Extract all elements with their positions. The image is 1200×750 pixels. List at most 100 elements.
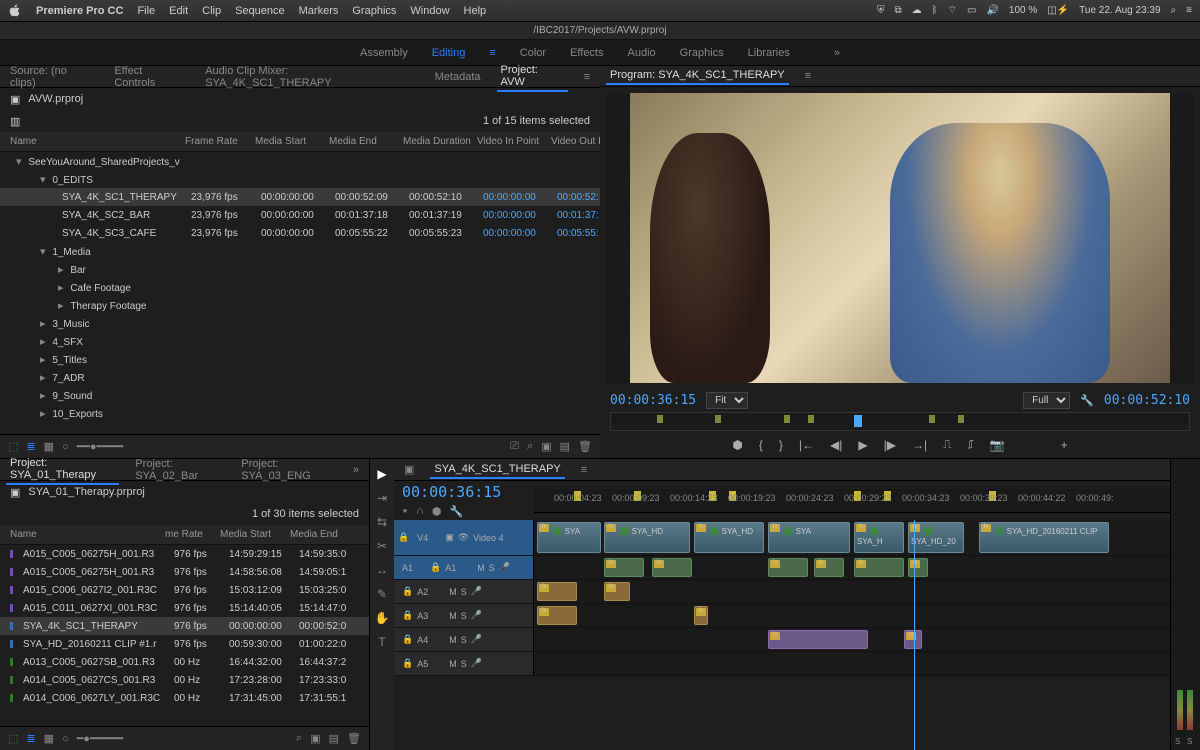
goto-out-icon[interactable]: →| (912, 438, 927, 452)
ws-libraries[interactable]: Libraries (748, 47, 790, 59)
new-bin-icon[interactable]: ▣ (310, 732, 320, 745)
menu-graphics[interactable]: Graphics (352, 5, 396, 17)
linked-sel-icon[interactable]: ∩ (416, 505, 424, 518)
project-row[interactable]: ▸ Cafe Footage (0, 278, 600, 296)
export-frame-icon[interactable]: 📷 (990, 438, 1005, 452)
program-playhead[interactable] (854, 415, 862, 427)
tab-audio-mixer[interactable]: Audio Clip Mixer: SYA_4K_SC1_THERAPY (201, 63, 418, 91)
project-row[interactable]: SYA_4K_SC3_CAFE23,976 fps00:00:00:0000:0… (0, 224, 600, 242)
delete-icon[interactable]: 🗑 (578, 440, 592, 453)
lock-icon[interactable]: ⬚ (8, 440, 18, 453)
menu-file[interactable]: File (137, 5, 155, 17)
project-row[interactable]: SYA_HD_20160211 CLIP #1.r976 fps00:59:30… (0, 635, 369, 653)
track-v4-label[interactable]: V4 (413, 531, 441, 545)
delete-icon[interactable]: 🗑 (347, 732, 361, 745)
tab-source[interactable]: Source: (no clips) (6, 63, 98, 91)
automate-icon[interactable]: ⎚ (510, 440, 519, 453)
pen-tool-icon[interactable]: ✎ (377, 587, 387, 601)
project-row[interactable]: A015_C011_0627XI_001.R3C976 fps15:14:40:… (0, 599, 369, 617)
ws-assembly[interactable]: Assembly (360, 47, 408, 59)
project-row[interactable]: A014_C006_0627LY_001.R3C00 Hz17:31:45:00… (0, 689, 369, 707)
lift-icon[interactable]: ⎍ (943, 437, 951, 452)
project-row[interactable]: A015_C005_06275H_001.R3976 fps14:59:29:1… (0, 545, 369, 563)
solo-icon[interactable]: S (489, 563, 495, 573)
tab-program[interactable]: Program: SYA_4K_SC1_THERAPY (606, 67, 789, 85)
freeform-view-icon[interactable]: ○ (62, 441, 69, 453)
datetime[interactable]: Tue 22. Aug 23:39 (1079, 5, 1160, 16)
toggle-track-icon[interactable]: ▣ (445, 532, 454, 543)
program-monitor-viewport[interactable] (606, 93, 1194, 383)
button-editor-icon[interactable]: + (1061, 438, 1068, 452)
project-row[interactable]: SYA_4K_SC1_THERAPY976 fps00:00:00:0000:0… (0, 617, 369, 635)
volume-icon[interactable]: 🔊 (986, 5, 998, 16)
video-clip[interactable]: fx▣ SYA_H (854, 522, 904, 553)
menu-markers[interactable]: Markers (299, 5, 339, 17)
col-name[interactable]: Name (10, 136, 185, 147)
timeline-tab[interactable]: SYA_4K_SC1_THERAPY (430, 461, 564, 479)
ripple-edit-tool-icon[interactable]: ⇆ (377, 515, 387, 529)
track-a1-label[interactable]: A1 (445, 563, 473, 573)
audio-clip[interactable]: fx (904, 630, 922, 649)
solo-icon[interactable]: S (461, 611, 467, 621)
video-clip[interactable]: fx▣ SYA_HD (604, 522, 690, 553)
menu-sequence[interactable]: Sequence (235, 5, 285, 17)
tab-effect-controls[interactable]: Effect Controls (110, 63, 189, 91)
menu-icon[interactable]: ≡ (1186, 5, 1192, 16)
tabs-overflow-icon[interactable]: » (349, 462, 363, 478)
mark-out-icon[interactable]: } (779, 438, 783, 452)
program-timecode[interactable]: 00:00:36:15 (610, 393, 696, 408)
audio-clip[interactable]: fx (694, 606, 708, 625)
mute-icon[interactable]: M (449, 587, 457, 597)
track-select-tool-icon[interactable]: ⇥ (377, 491, 387, 505)
col-video-in[interactable]: Video In Point (477, 136, 551, 147)
project-row[interactable]: A015_C005_06275H_001.R3976 fps14:58:56:0… (0, 563, 369, 581)
project-row[interactable]: A014_C005_0627CS_001.R300 Hz17:23:28:001… (0, 671, 369, 689)
filter-bin-icon[interactable]: ▥ (10, 115, 20, 128)
timeline-ruler[interactable]: 00:00:04:2300:00:09:2300:00:14:2300:00:1… (534, 489, 1170, 513)
find-icon[interactable]: ⌕ (296, 732, 302, 745)
freeform-view-icon[interactable]: ○ (62, 733, 69, 745)
settings-icon[interactable]: 🔧 (449, 505, 463, 518)
zoom-slider[interactable]: ━●━━━━━ (77, 732, 123, 745)
video-clip[interactable]: fx▣ SYA_HD_20 (908, 522, 964, 553)
tab-menu-icon[interactable]: ≡ (801, 68, 815, 84)
ws-editing[interactable]: Editing (432, 47, 466, 59)
project-row[interactable]: ▾ 1_Media (0, 242, 600, 260)
display-icon[interactable]: ▭ (967, 5, 976, 16)
solo-icon[interactable]: S (461, 659, 467, 669)
settings-icon[interactable]: 🔧 (1080, 394, 1094, 407)
audio-clip[interactable]: fx (814, 558, 844, 577)
col-video-out[interactable]: Video Out P (551, 136, 600, 147)
audio-clip[interactable]: fx (768, 558, 808, 577)
audio-clip[interactable]: fx (537, 582, 577, 601)
step-back-icon[interactable]: ◀| (830, 438, 842, 452)
audio-clip[interactable]: fx (604, 558, 644, 577)
icon-view-icon[interactable]: ▦ (44, 440, 54, 453)
timeline-seq-menu-icon[interactable]: ▣ (400, 461, 418, 478)
col-media-start[interactable]: Media Start (255, 136, 329, 147)
project-row[interactable]: SYA_4K_SC2_BAR23,976 fps00:00:00:0000:01… (0, 206, 600, 224)
find-icon[interactable]: ⌕ (527, 440, 533, 453)
voice-icon[interactable]: 🎤 (471, 586, 482, 597)
razor-tool-icon[interactable]: ✂ (377, 539, 387, 553)
slip-tool-icon[interactable]: ↔ (376, 563, 388, 577)
zoom-select[interactable]: Fit (706, 392, 748, 409)
snap-icon[interactable]: ⭑ (402, 505, 408, 518)
tab-menu-icon[interactable]: ≡ (580, 69, 594, 85)
voice-icon[interactable]: 🎤 (471, 634, 482, 645)
tab-proj-therapy[interactable]: Project: SYA_01_Therapy (6, 455, 119, 485)
voice-icon[interactable]: 🎤 (471, 610, 482, 621)
resolution-select[interactable]: Full (1023, 392, 1070, 409)
audio-clip[interactable]: fx (908, 558, 928, 577)
lock-icon[interactable]: 🔒 (402, 634, 413, 645)
col2-start[interactable]: Media Start (220, 529, 290, 540)
timeline-playhead[interactable] (914, 520, 915, 750)
new-bin-icon[interactable]: ▣ (541, 440, 551, 453)
col-media-end[interactable]: Media End (329, 136, 403, 147)
project-row[interactable]: ▸ 10_Exports (0, 404, 600, 422)
bin-icon[interactable]: ▣ (10, 486, 20, 499)
battery-icon[interactable]: ◫⚡ (1047, 5, 1069, 16)
lock-icon[interactable]: 🔒 (402, 658, 413, 669)
project-row[interactable]: ▸ 5_Titles (0, 350, 600, 368)
lock-icon[interactable]: ⬚ (8, 732, 18, 745)
